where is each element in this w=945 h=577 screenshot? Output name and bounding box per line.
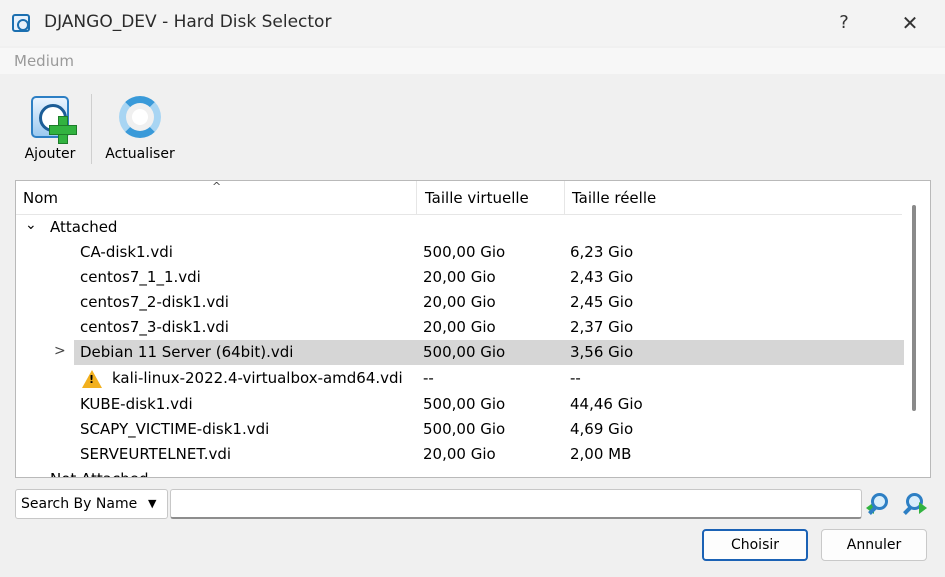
disk-virtual-size: 20,00 Gio <box>423 268 496 286</box>
disk-row[interactable]: SCAPY_VICTIME-disk1.vdi 500,00 Gio 4,69 … <box>16 417 904 442</box>
warning-icon-mark: ! <box>89 373 95 386</box>
refresh-icon <box>115 92 165 142</box>
disk-real-size: 44,46 Gio <box>570 395 643 413</box>
disk-tree[interactable]: ^ Nom Taille virtuelle Taille réelle ⌄ A… <box>15 180 931 478</box>
disk-name: centos7_1_1.vdi <box>80 268 201 286</box>
disk-real-size: 2,37 Gio <box>570 318 634 336</box>
disk-real-size: 2,43 Gio <box>570 268 634 286</box>
chevron-down-icon[interactable]: ⌄ <box>25 469 37 477</box>
menu-bar: Medium <box>0 48 945 74</box>
disk-name: Debian 11 Server (64bit).vdi <box>80 343 294 361</box>
disk-virtual-size: 500,00 Gio <box>423 395 506 413</box>
disk-virtual-size: 20,00 Gio <box>423 293 496 311</box>
chevron-right-icon[interactable]: > <box>54 343 66 359</box>
window-title: DJANGO_DEV - Hard Disk Selector <box>44 12 332 32</box>
disk-name: centos7_2-disk1.vdi <box>80 293 229 311</box>
disk-name: centos7_3-disk1.vdi <box>80 318 229 336</box>
search-mode-select[interactable]: Search By Name ▼ <box>15 489 168 519</box>
disk-row[interactable]: centos7_2-disk1.vdi 20,00 Gio 2,45 Gio <box>16 290 904 315</box>
disk-virtual-size: 500,00 Gio <box>423 343 506 361</box>
column-header-real-size[interactable]: Taille réelle <box>572 189 656 207</box>
column-header-name[interactable]: Nom <box>23 189 58 207</box>
column-divider[interactable] <box>564 181 565 215</box>
group-label: Attached <box>50 218 118 236</box>
search-input[interactable] <box>170 489 862 519</box>
add-button-label: Ajouter <box>24 146 76 162</box>
column-divider[interactable] <box>416 181 417 215</box>
disk-real-size: 4,69 Gio <box>570 420 634 438</box>
cancel-button[interactable]: Annuler <box>821 529 927 561</box>
disk-virtual-size: -- <box>423 369 434 387</box>
group-label: Not Attached <box>50 470 149 477</box>
disk-row[interactable]: CA-disk1.vdi 500,00 Gio 6,23 Gio <box>16 240 904 265</box>
disk-virtual-size: 20,00 Gio <box>423 445 496 463</box>
disk-real-size: 3,56 Gio <box>570 343 634 361</box>
disk-name: CA-disk1.vdi <box>80 243 173 261</box>
disk-real-size: -- <box>570 369 581 387</box>
disk-virtual-size: 500,00 Gio <box>423 420 506 438</box>
vertical-scrollbar[interactable] <box>912 205 916 411</box>
column-header-virtual-size[interactable]: Taille virtuelle <box>425 189 529 207</box>
disk-real-size: 2,00 MB <box>570 445 632 463</box>
add-disk-icon <box>25 92 77 144</box>
disk-row[interactable]: centos7_3-disk1.vdi 20,00 Gio 2,37 Gio <box>16 315 904 340</box>
toolbar: Ajouter Actualiser <box>0 80 945 172</box>
menu-medium[interactable]: Medium <box>14 52 74 70</box>
sort-ascending-icon: ^ <box>212 180 222 193</box>
disk-virtual-size: 20,00 Gio <box>423 318 496 336</box>
tree-header: ^ Nom Taille virtuelle Taille réelle <box>16 181 902 215</box>
help-button[interactable]: ? <box>826 8 862 38</box>
close-button[interactable]: ✕ <box>892 8 928 38</box>
disk-row[interactable]: ! kali-linux-2022.4-virtualbox-amd64.vdi… <box>16 366 904 391</box>
chevron-down-icon[interactable]: ⌄ <box>25 217 37 233</box>
virtualbox-app-icon <box>12 14 30 32</box>
dropdown-arrow-icon: ▼ <box>148 497 157 510</box>
disk-row[interactable]: SERVEURTELNET.vdi 20,00 Gio 2,00 MB <box>16 442 904 467</box>
disk-row[interactable]: KUBE-disk1.vdi 500,00 Gio 44,46 Gio <box>16 392 904 417</box>
refresh-button-label: Actualiser <box>105 146 175 162</box>
choose-button[interactable]: Choisir <box>702 529 808 561</box>
find-previous-icon[interactable] <box>866 492 892 518</box>
toolbar-separator <box>91 94 92 164</box>
disk-row-selected[interactable]: > Debian 11 Server (64bit).vdi 500,00 Gi… <box>16 340 904 365</box>
disk-real-size: 6,23 Gio <box>570 243 634 261</box>
group-row-not-attached[interactable]: ⌄ Not Attached <box>16 467 904 477</box>
find-next-icon[interactable] <box>901 492 927 518</box>
add-button[interactable]: Ajouter <box>18 92 82 162</box>
disk-virtual-size: 500,00 Gio <box>423 243 506 261</box>
title-bar: DJANGO_DEV - Hard Disk Selector ? ✕ <box>0 0 945 46</box>
disk-name: kali-linux-2022.4-virtualbox-amd64.vdi <box>112 369 403 387</box>
search-mode-value: Search By Name <box>21 496 138 512</box>
group-row-attached[interactable]: ⌄ Attached <box>16 215 904 240</box>
disk-row[interactable]: centos7_1_1.vdi 20,00 Gio 2,43 Gio <box>16 265 904 290</box>
disk-name: SERVEURTELNET.vdi <box>80 445 232 463</box>
disk-real-size: 2,45 Gio <box>570 293 634 311</box>
refresh-button[interactable]: Actualiser <box>100 92 180 162</box>
disk-name: SCAPY_VICTIME-disk1.vdi <box>80 420 270 438</box>
disk-name: KUBE-disk1.vdi <box>80 395 193 413</box>
